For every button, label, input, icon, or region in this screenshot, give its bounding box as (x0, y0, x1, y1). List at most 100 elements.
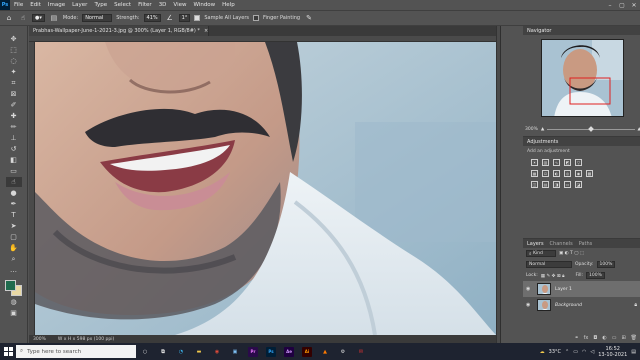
zoom-tool-icon[interactable]: ⌕ (6, 254, 22, 264)
eye-icon[interactable]: ◉ (526, 302, 533, 308)
photo-filter-icon[interactable]: ◎ (564, 170, 571, 177)
file-explorer-icon[interactable]: ▬ (190, 343, 208, 360)
clone-stamp-tool-icon[interactable]: ⊥ (6, 133, 22, 143)
foreground-color-swatch[interactable] (4, 280, 16, 291)
start-button[interactable] (0, 343, 16, 360)
menu-image[interactable]: Image (48, 2, 65, 8)
navigator-zoom-slider[interactable] (547, 125, 635, 132)
document-close-icon[interactable]: × (204, 28, 208, 34)
settings-icon[interactable]: ⚙ (334, 343, 352, 360)
photoshop-app[interactable]: Ps (262, 343, 280, 360)
kind-filter-select[interactable]: ⌕ Kind (526, 250, 556, 257)
move-tool-icon[interactable]: ✥ (6, 34, 22, 44)
type-tool-icon[interactable]: T (6, 210, 22, 220)
after-effects-app[interactable]: Ae (280, 343, 298, 360)
eraser-tool-icon[interactable]: ◧ (6, 155, 22, 165)
notifications-icon[interactable]: ▤ (631, 349, 636, 355)
adjustment-layer-icon[interactable]: ◐ (602, 335, 606, 341)
channel-mixer-icon[interactable]: ◉ (575, 170, 582, 177)
media-player-icon[interactable]: ▲ (316, 343, 334, 360)
marquee-tool-icon[interactable]: ⬚ (6, 45, 22, 55)
brightness-contrast-icon[interactable]: ☀ (531, 159, 538, 166)
zoom-slider-knob[interactable] (588, 125, 595, 132)
tab-layers[interactable]: Layers (527, 241, 544, 247)
pressure-icon[interactable]: ✎ (304, 13, 314, 23)
menu-view[interactable]: View (173, 2, 186, 8)
navigator-thumbnail[interactable] (541, 39, 624, 117)
filter-icons[interactable]: ▣ ◐ T ▢ ⬚ (559, 251, 584, 256)
volume-icon[interactable]: ◁ (590, 349, 594, 355)
levels-icon[interactable]: ▥ (542, 159, 549, 166)
vibrance-icon[interactable]: ▽ (575, 159, 582, 166)
smudge-tool-icon[interactable]: ☝ (18, 13, 28, 23)
add-mask-icon[interactable]: ◘ (593, 335, 597, 341)
path-select-tool-icon[interactable]: ➤ (6, 221, 22, 231)
strength-field[interactable]: 41% (143, 14, 161, 22)
illustrator-app[interactable]: Ai (298, 343, 316, 360)
menu-file[interactable]: File (14, 2, 23, 8)
frame-tool-icon[interactable]: ⊠ (6, 89, 22, 99)
new-group-icon[interactable]: ▭ (612, 335, 617, 341)
network-icon[interactable]: ◠ (582, 349, 586, 355)
layer-style-icon[interactable]: fx (584, 335, 589, 341)
menu-3d[interactable]: 3D (159, 2, 167, 8)
eyedropper-tool-icon[interactable]: ✐ (6, 100, 22, 110)
sample-all-layers-checkbox[interactable] (194, 15, 201, 21)
weather-icon[interactable]: ☁ (540, 349, 545, 355)
quick-mask-icon[interactable]: ◍ (6, 297, 22, 307)
edge-icon[interactable]: ◔ (172, 343, 190, 360)
smudge-tool-icon[interactable]: ☝ (5, 177, 22, 187)
menu-window[interactable]: Window (193, 2, 215, 8)
menu-layer[interactable]: Layer (72, 2, 87, 8)
tab-paths[interactable]: Paths (579, 241, 593, 247)
hand-tool-icon[interactable]: ✋ (6, 243, 22, 253)
tray-chevron-icon[interactable]: ⌃ (565, 349, 569, 355)
color-balance-icon[interactable]: ⚖ (542, 170, 549, 177)
clock[interactable]: 16:52 13-10-2021 (598, 346, 627, 358)
opacity-field[interactable]: 100% (596, 261, 616, 268)
chrome-icon[interactable]: ◉ (208, 343, 226, 360)
taskbar-search-box[interactable]: ⌕ Type here to search (16, 345, 136, 358)
crop-tool-icon[interactable]: ⌗ (6, 78, 22, 88)
lock-icons[interactable]: ▦ ✎ ✥ ⊠ 🔒︎ (541, 273, 565, 279)
pen-tool-icon[interactable]: ✒ (6, 199, 22, 209)
dodge-tool-icon[interactable]: ● (6, 188, 22, 198)
invert-icon[interactable]: ◫ (531, 181, 538, 188)
threshold-icon[interactable]: ◨ (553, 181, 560, 188)
layer-row-background[interactable]: ◉ Background 🔒︎ (523, 297, 640, 313)
history-brush-tool-icon[interactable]: ↺ (6, 144, 22, 154)
quick-select-tool-icon[interactable]: ✦ (6, 67, 22, 77)
finger-painting-checkbox[interactable] (253, 15, 259, 21)
angle-field[interactable]: 1° (178, 14, 191, 22)
brush-size-picker[interactable]: ●▾ (32, 14, 45, 22)
delete-layer-icon[interactable]: 🗑︎ (631, 335, 637, 341)
battery-icon[interactable]: ▭ (573, 349, 578, 355)
tab-navigator[interactable]: Navigator (527, 28, 551, 34)
more-tools-icon[interactable]: … (6, 265, 22, 275)
cortana-icon[interactable]: ○ (136, 343, 154, 360)
tab-channels[interactable]: Channels (550, 241, 573, 247)
maximize-button[interactable]: ▢ (616, 2, 628, 9)
color-lookup-icon[interactable]: ▩ (586, 170, 593, 177)
menu-edit[interactable]: Edit (30, 2, 41, 8)
selective-color-icon[interactable]: ◪ (575, 181, 582, 188)
brush-tool-icon[interactable]: ✏ (6, 122, 22, 132)
exposure-icon[interactable]: ◩ (564, 159, 571, 166)
hue-saturation-icon[interactable]: ▦ (531, 170, 538, 177)
document-canvas[interactable] (35, 42, 496, 335)
lasso-tool-icon[interactable]: ◌ (6, 56, 22, 66)
shape-tool-icon[interactable]: ▢ (6, 232, 22, 242)
gradient-map-icon[interactable]: ▭ (564, 181, 571, 188)
menu-type[interactable]: Type (94, 2, 107, 8)
screen-mode-icon[interactable]: ▣ (6, 308, 22, 318)
menu-filter[interactable]: Filter (138, 2, 152, 8)
menu-help[interactable]: Help (222, 2, 235, 8)
tab-adjustments[interactable]: Adjustments (527, 139, 558, 145)
close-button[interactable]: ✕ (628, 2, 640, 9)
link-layers-icon[interactable]: ⚭ (574, 335, 578, 341)
zoom-out-icon[interactable]: ▲ (541, 127, 544, 132)
fill-field[interactable]: 100% (586, 272, 605, 279)
layer-row-layer-1[interactable]: ◉ Layer 1 (523, 281, 640, 297)
mode-select[interactable]: Normal (82, 14, 113, 22)
curves-icon[interactable]: ∿ (553, 159, 560, 166)
